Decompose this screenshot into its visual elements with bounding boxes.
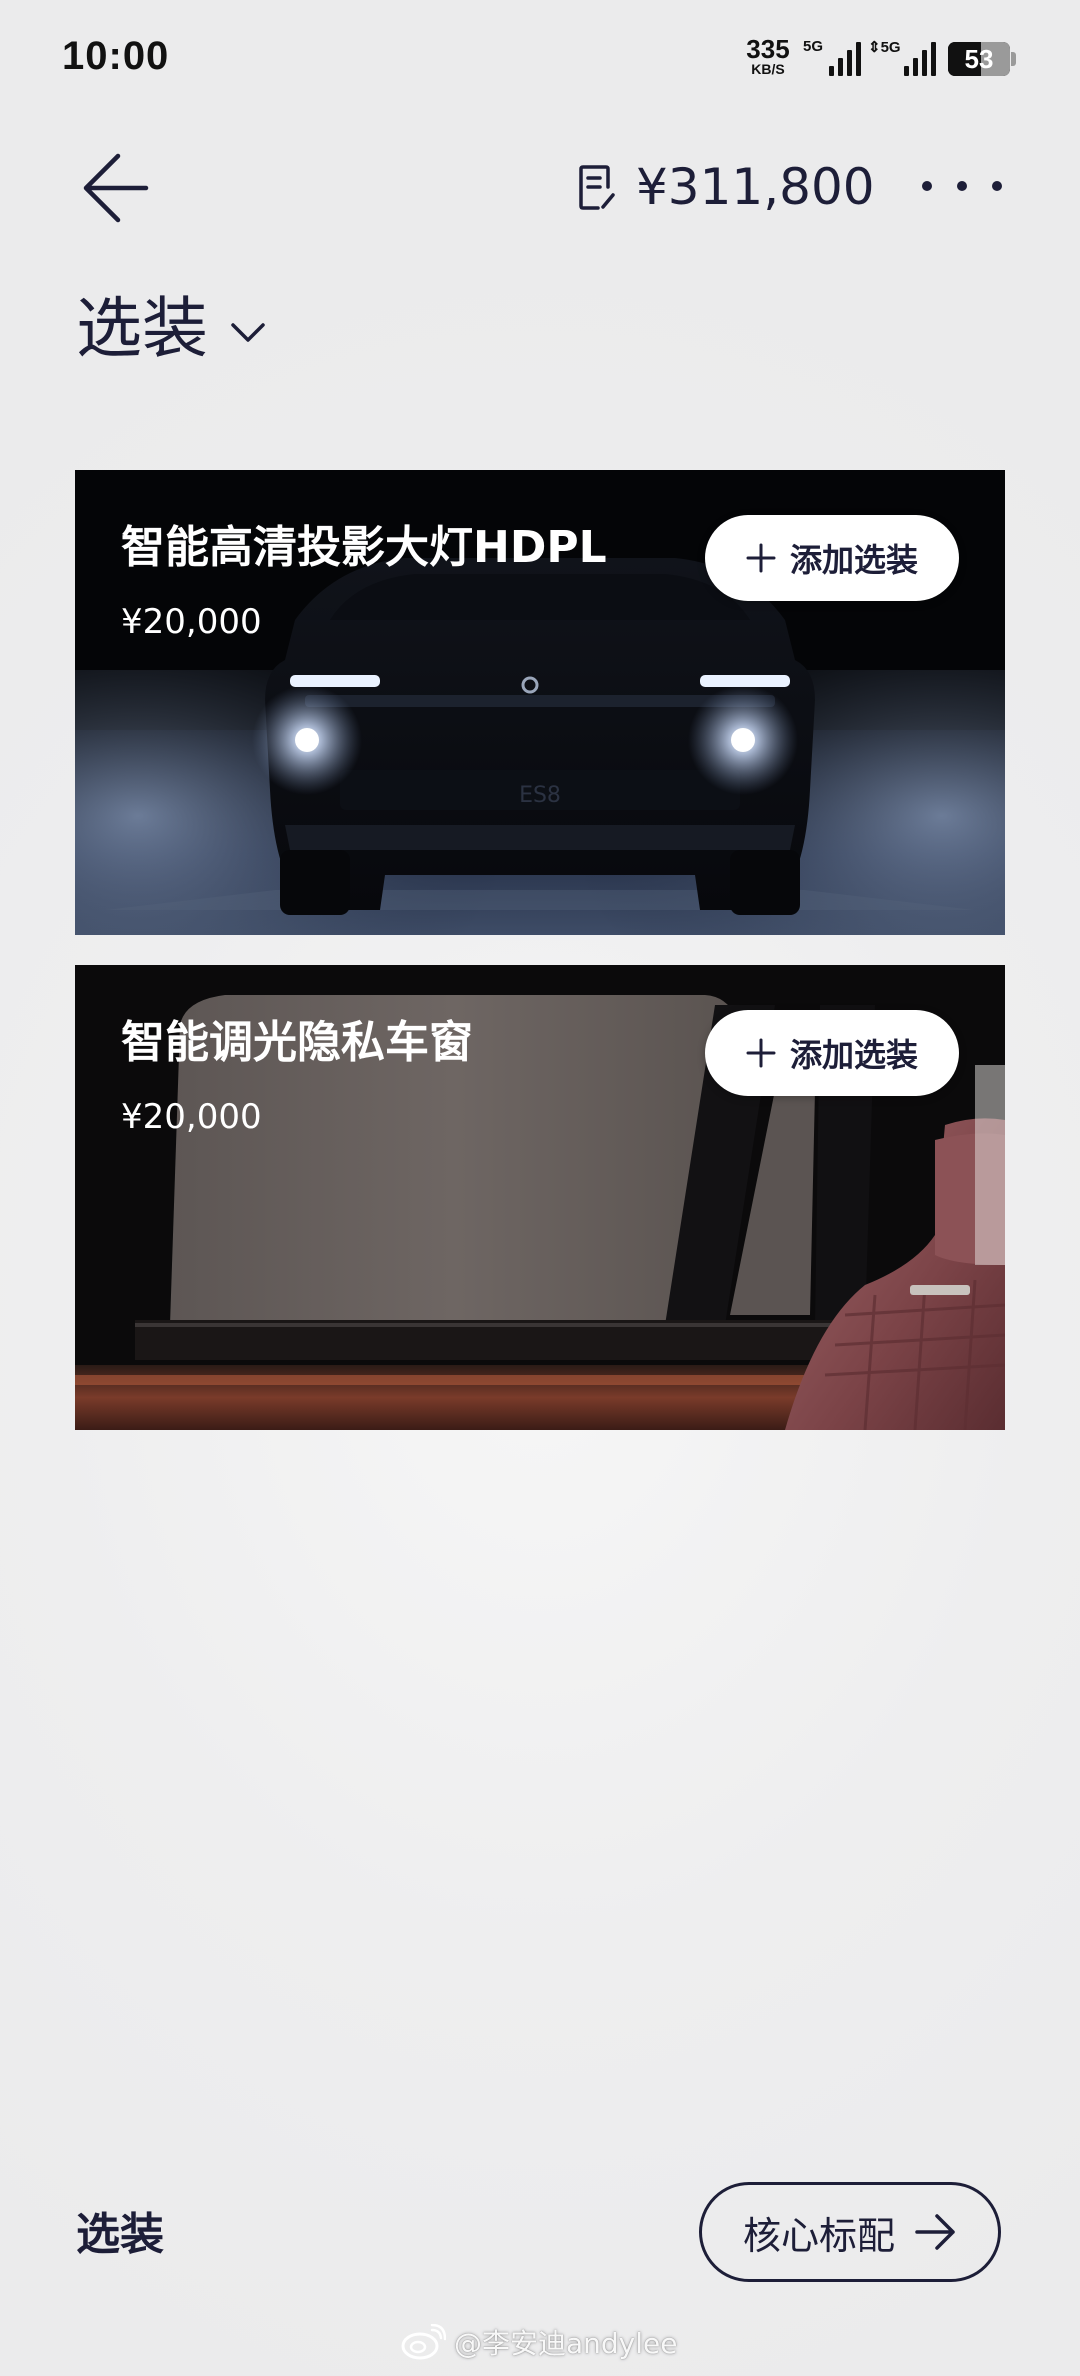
current-step-label[interactable]: 选装 <box>76 2205 164 2265</box>
option-price: ¥20,000 <box>121 1097 262 1137</box>
total-price[interactable]: ¥311,800 <box>636 154 875 220</box>
option-name: 智能调光隐私车窗 <box>121 1017 473 1068</box>
section-selector[interactable]: 选装 <box>76 286 266 372</box>
battery-icon: 53 <box>948 42 1010 76</box>
add-option-button[interactable]: 添加选装 <box>705 1010 959 1096</box>
network-speed-value: 335 <box>746 34 790 64</box>
signal-label: 5G <box>803 38 824 55</box>
more-button[interactable] <box>922 166 1002 206</box>
arrow-left-icon <box>83 153 149 223</box>
option-price: ¥20,000 <box>121 602 262 642</box>
option-card-privacy-window[interactable]: 智能调光隐私车窗 ¥20,000 添加选装 <box>75 965 1005 1430</box>
chevron-down-icon <box>231 323 265 342</box>
core-config-label: 核心标配 <box>742 2213 895 2258</box>
document-edit-icon[interactable] <box>578 165 618 211</box>
network-speed-unit: KB/S <box>751 61 785 77</box>
option-card-hdpl[interactable]: ES8 智能高清投影大灯HDPL ¥20,000 添加选装 <box>75 470 1005 935</box>
status-time: 10:00 <box>62 34 170 78</box>
core-config-button[interactable]: 核心标配 <box>699 2182 1001 2282</box>
plus-icon <box>746 543 776 573</box>
more-dots-icon <box>922 181 932 191</box>
signal-label: 5G <box>880 39 901 56</box>
battery-tip <box>1011 52 1016 66</box>
watermark-text: @李安迪andylee <box>454 2327 678 2360</box>
watermark: @李安迪andylee <box>400 2322 677 2362</box>
signal-5g-data-icon: ⇕5G <box>868 38 938 78</box>
status-bar: 10:00 335 KB/S 5G ⇕5G 53 <box>0 0 1080 110</box>
add-option-button[interactable]: 添加选装 <box>705 515 959 601</box>
weibo-icon <box>401 2324 446 2360</box>
battery-level: 53 <box>964 44 994 74</box>
signal-5g-icon: 5G <box>803 38 863 78</box>
arrow-right-icon <box>915 2214 955 2250</box>
svg-text:ES8: ES8 <box>519 783 561 808</box>
option-name: 智能高清投影大灯HDPL <box>121 522 607 573</box>
data-arrows-icon: ⇕ <box>868 39 881 56</box>
network-speed: 335 KB/S <box>742 36 794 76</box>
plus-icon <box>746 1038 776 1068</box>
add-option-label: 添加选装 <box>789 1036 918 1074</box>
back-button[interactable] <box>78 148 158 228</box>
add-option-label: 添加选装 <box>789 541 918 579</box>
section-title: 选装 <box>76 290 208 367</box>
